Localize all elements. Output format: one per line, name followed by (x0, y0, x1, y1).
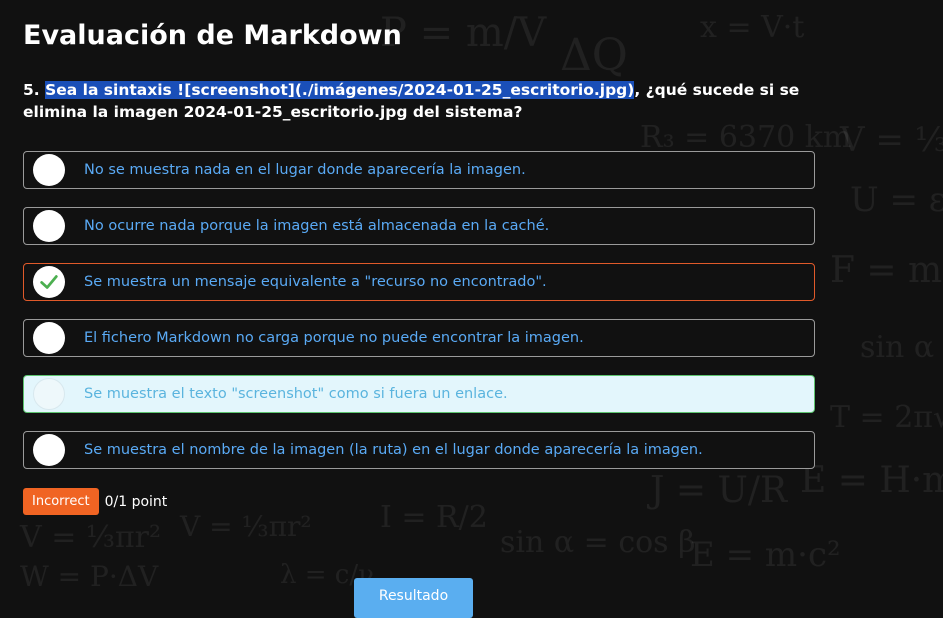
answer-option-label: Se muestra el nombre de la imagen (la ru… (84, 442, 703, 458)
score-row: Incorrect 0/1 point (23, 488, 167, 515)
radio-button[interactable] (33, 210, 65, 242)
radio-button[interactable] (33, 378, 65, 410)
radio-button[interactable] (33, 434, 65, 466)
result-button[interactable]: Resultado (354, 578, 473, 618)
answer-options: No se muestra nada en el lugar donde apa… (23, 151, 815, 487)
radio-button-checked[interactable] (33, 266, 65, 298)
question-highlighted-text: Sea la sintaxis ![screenshot](./imágenes… (45, 81, 635, 99)
answer-option-correct[interactable]: Se muestra el texto "screenshot" como si… (23, 375, 815, 413)
answer-option-label: El fichero Markdown no carga porque no p… (84, 330, 584, 346)
points-text: 0/1 point (104, 493, 168, 510)
answer-option-selected[interactable]: Se muestra un mensaje equivalente a "rec… (23, 263, 815, 301)
answer-option[interactable]: Se muestra el nombre de la imagen (la ru… (23, 431, 815, 469)
radio-button[interactable] (33, 154, 65, 186)
answer-option[interactable]: No ocurre nada porque la imagen está alm… (23, 207, 815, 245)
page-title: Evaluación de Markdown (23, 20, 402, 51)
incorrect-badge: Incorrect (23, 488, 99, 515)
answer-option-label: Se muestra un mensaje equivalente a "rec… (84, 274, 547, 290)
check-icon (40, 275, 58, 289)
question-text: 5. Sea la sintaxis ![screenshot](./imáge… (23, 79, 823, 123)
answer-option[interactable]: No se muestra nada en el lugar donde apa… (23, 151, 815, 189)
answer-option-label: No ocurre nada porque la imagen está alm… (84, 218, 550, 234)
answer-option-label: No se muestra nada en el lugar donde apa… (84, 162, 526, 178)
question-number: 5. (23, 81, 40, 99)
answer-option[interactable]: El fichero Markdown no carga porque no p… (23, 319, 815, 357)
radio-button[interactable] (33, 322, 65, 354)
answer-option-label: Se muestra el texto "screenshot" como si… (84, 386, 508, 402)
